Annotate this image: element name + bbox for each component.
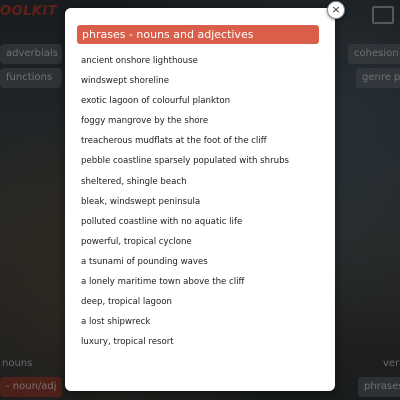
close-icon: × (331, 3, 341, 16)
close-button[interactable]: × (327, 1, 345, 19)
phrase-item[interactable]: ancient onshore lighthouse (81, 51, 289, 71)
phrases-modal: phrases - nouns and adjectives ancient o… (65, 8, 335, 391)
phrase-item[interactable]: treacherous mudflats at the foot of the … (81, 131, 289, 151)
phrase-item[interactable]: windswept shoreline (81, 71, 289, 91)
phrase-item[interactable]: a tsunami of pounding waves (81, 252, 289, 272)
phrase-list: ancient onshore lighthouse windswept sho… (81, 51, 289, 352)
phrase-item[interactable]: polluted coastline with no aquatic life (81, 212, 289, 232)
phrase-item[interactable]: luxury, tropical resort (81, 332, 289, 352)
modal-title: phrases - nouns and adjectives (77, 25, 319, 44)
phrase-item[interactable]: sheltered, shingle beach (81, 172, 289, 192)
phrase-item[interactable]: deep, tropical lagoon (81, 292, 289, 312)
phrase-item[interactable]: a lonely maritime town above the cliff (81, 272, 289, 292)
phrase-item[interactable]: powerful, tropical cyclone (81, 232, 289, 252)
phrase-item[interactable]: exotic lagoon of colourful plankton (81, 91, 289, 111)
phrase-item[interactable]: bleak, windswept peninsula (81, 192, 289, 212)
phrase-item[interactable]: a lost shipwreck (81, 312, 289, 332)
phrase-item[interactable]: pebble coastline sparsely populated with… (81, 151, 289, 171)
phrase-item[interactable]: foggy mangrove by the shore (81, 111, 289, 131)
